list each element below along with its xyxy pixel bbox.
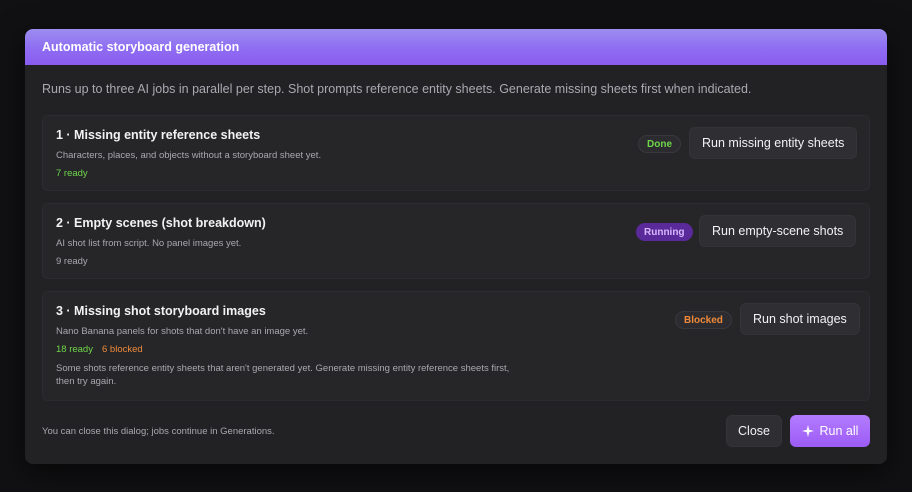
blocked-count: 6 blocked: [102, 344, 143, 355]
close-button[interactable]: Close: [726, 415, 782, 447]
sparkle-icon: [801, 425, 814, 437]
step-description: Characters, places, and objects without …: [56, 150, 322, 161]
step-title: 2 · Empty scenes (shot breakdown): [56, 216, 266, 230]
step-card-entity-sheets: 1 · Missing entity reference sheets Char…: [42, 115, 870, 191]
storyboard-dialog: Automatic storyboard generation Runs up …: [25, 29, 887, 464]
blocked-note: Some shots reference entity sheets that …: [56, 363, 510, 387]
step-description: AI shot list from script. No panel image…: [56, 238, 242, 249]
status-badge-running: Running: [636, 223, 693, 241]
dialog-intro: Runs up to three AI jobs in parallel per…: [42, 82, 752, 96]
dialog-header: Automatic storyboard generation: [25, 29, 887, 65]
status-badge-blocked: Blocked: [675, 311, 732, 329]
run-all-button[interactable]: Run all: [790, 415, 870, 447]
ready-count: 7 ready: [56, 168, 88, 179]
step-title: 3 · Missing shot storyboard images: [56, 304, 266, 318]
ready-count: 9 ready: [56, 256, 88, 267]
step-card-empty-scenes: 2 · Empty scenes (shot breakdown) AI sho…: [42, 203, 870, 279]
dialog-title: Automatic storyboard generation: [42, 40, 240, 54]
ready-count: 18 ready: [56, 344, 93, 355]
status-badge-done: Done: [638, 135, 681, 153]
step-title: 1 · Missing entity reference sheets: [56, 128, 261, 142]
run-shot-images-button[interactable]: Run shot images: [740, 303, 860, 335]
footer-note: You can close this dialog; jobs continue…: [42, 426, 275, 437]
run-all-label: Run all: [819, 424, 859, 438]
run-empty-scene-shots-button[interactable]: Run empty-scene shots: [699, 215, 857, 247]
step-card-shot-images: 3 · Missing shot storyboard images Nano …: [42, 291, 870, 401]
run-missing-entity-sheets-button[interactable]: Run missing entity sheets: [689, 127, 858, 159]
step-description: Nano Banana panels for shots that don't …: [56, 326, 309, 337]
